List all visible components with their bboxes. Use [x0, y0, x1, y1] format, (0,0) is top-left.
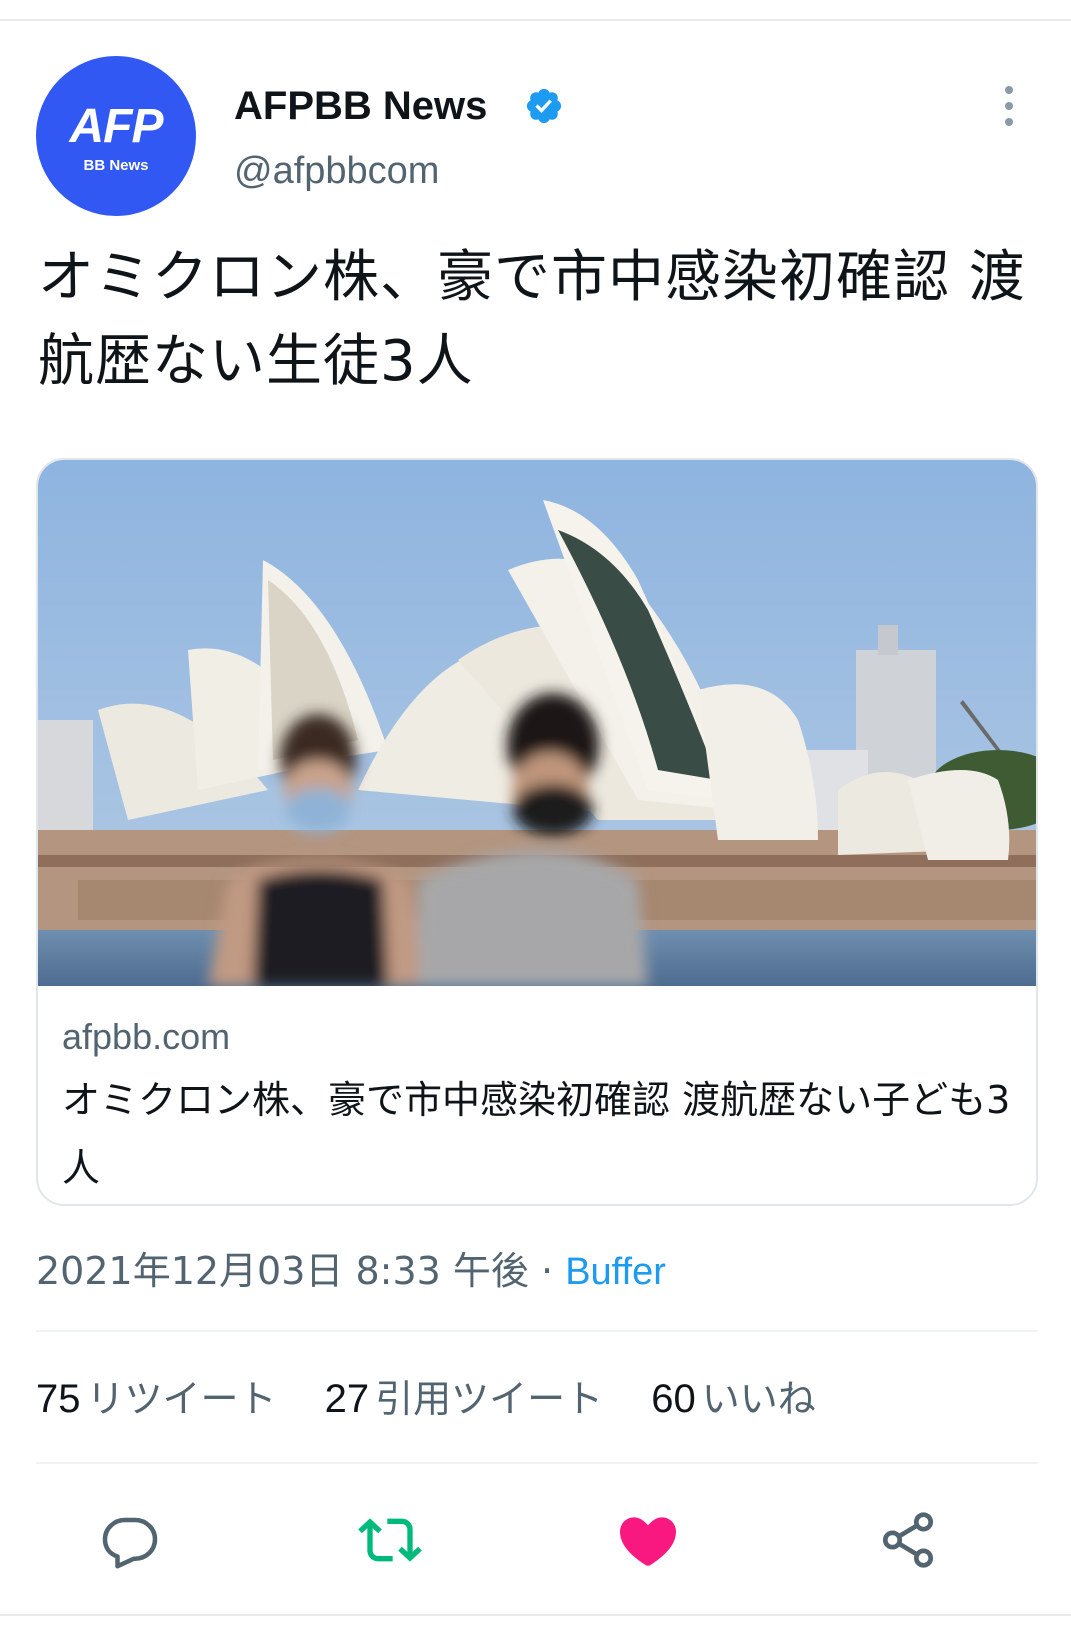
divider-stats-top — [36, 1330, 1038, 1332]
share-icon — [882, 1512, 934, 1568]
avatar-logo-text: AFP — [69, 99, 164, 153]
like-button[interactable] — [616, 1508, 680, 1572]
tweet-stats: 75 リツイート 27 引用ツイート 60 いいね — [36, 1374, 852, 1424]
retweet-stat[interactable]: 75 リツイート — [36, 1377, 313, 1421]
like-stat[interactable]: 60 いいね — [651, 1377, 852, 1421]
tweet-detail-page: AFP BB News AFPBB News @afpbbcom オミクロン株、… — [0, 0, 1071, 1630]
divider-stats-bottom — [36, 1462, 1038, 1464]
retweet-icon — [358, 1518, 422, 1562]
like-label: いいね — [701, 1377, 816, 1421]
opera-house-photo — [38, 460, 1036, 986]
quote-stat[interactable]: 27 引用ツイート — [325, 1377, 640, 1421]
tweet-meta: 2021年12月03日 8:33 午後 · Buffer — [36, 1246, 666, 1297]
reply-button[interactable] — [98, 1508, 162, 1572]
verified-badge-icon — [526, 88, 562, 124]
retweet-button[interactable] — [358, 1508, 422, 1572]
retweet-count: 75 — [36, 1377, 81, 1421]
avatar[interactable]: AFP BB News — [36, 56, 196, 216]
like-count: 60 — [651, 1377, 696, 1421]
meta-separator: · — [541, 1249, 554, 1293]
tweet-text: オミクロン株、豪で市中感染初確認 渡航歴ない生徒3人 — [38, 245, 1026, 394]
share-button[interactable] — [876, 1508, 940, 1572]
retweet-label: リツイート — [86, 1377, 277, 1421]
handle[interactable]: @afpbbcom — [234, 148, 439, 194]
heart-icon — [620, 1517, 676, 1566]
more-options-icon[interactable] — [1002, 86, 1016, 126]
card-title: オミクロン株、豪で市中感染初確認 渡航歴ない子ども3人 — [62, 1078, 1011, 1190]
display-name[interactable]: AFPBB News — [234, 82, 487, 130]
reply-icon — [102, 1517, 158, 1569]
avatar-sub-text: BB News — [83, 156, 149, 174]
link-card[interactable]: afpbb.com オミクロン株、豪で市中感染初確認 渡航歴ない子ども3人 — [36, 458, 1038, 1206]
bottom-divider — [0, 1614, 1071, 1616]
card-image — [38, 460, 1036, 986]
card-domain: afpbb.com — [62, 1016, 231, 1057]
top-divider — [0, 19, 1071, 21]
source-link[interactable]: Buffer — [565, 1251, 666, 1293]
timestamp[interactable]: 2021年12月03日 8:33 午後 — [36, 1249, 529, 1293]
quote-count: 27 — [324, 1377, 370, 1421]
quote-label: 引用ツイート — [375, 1377, 604, 1421]
